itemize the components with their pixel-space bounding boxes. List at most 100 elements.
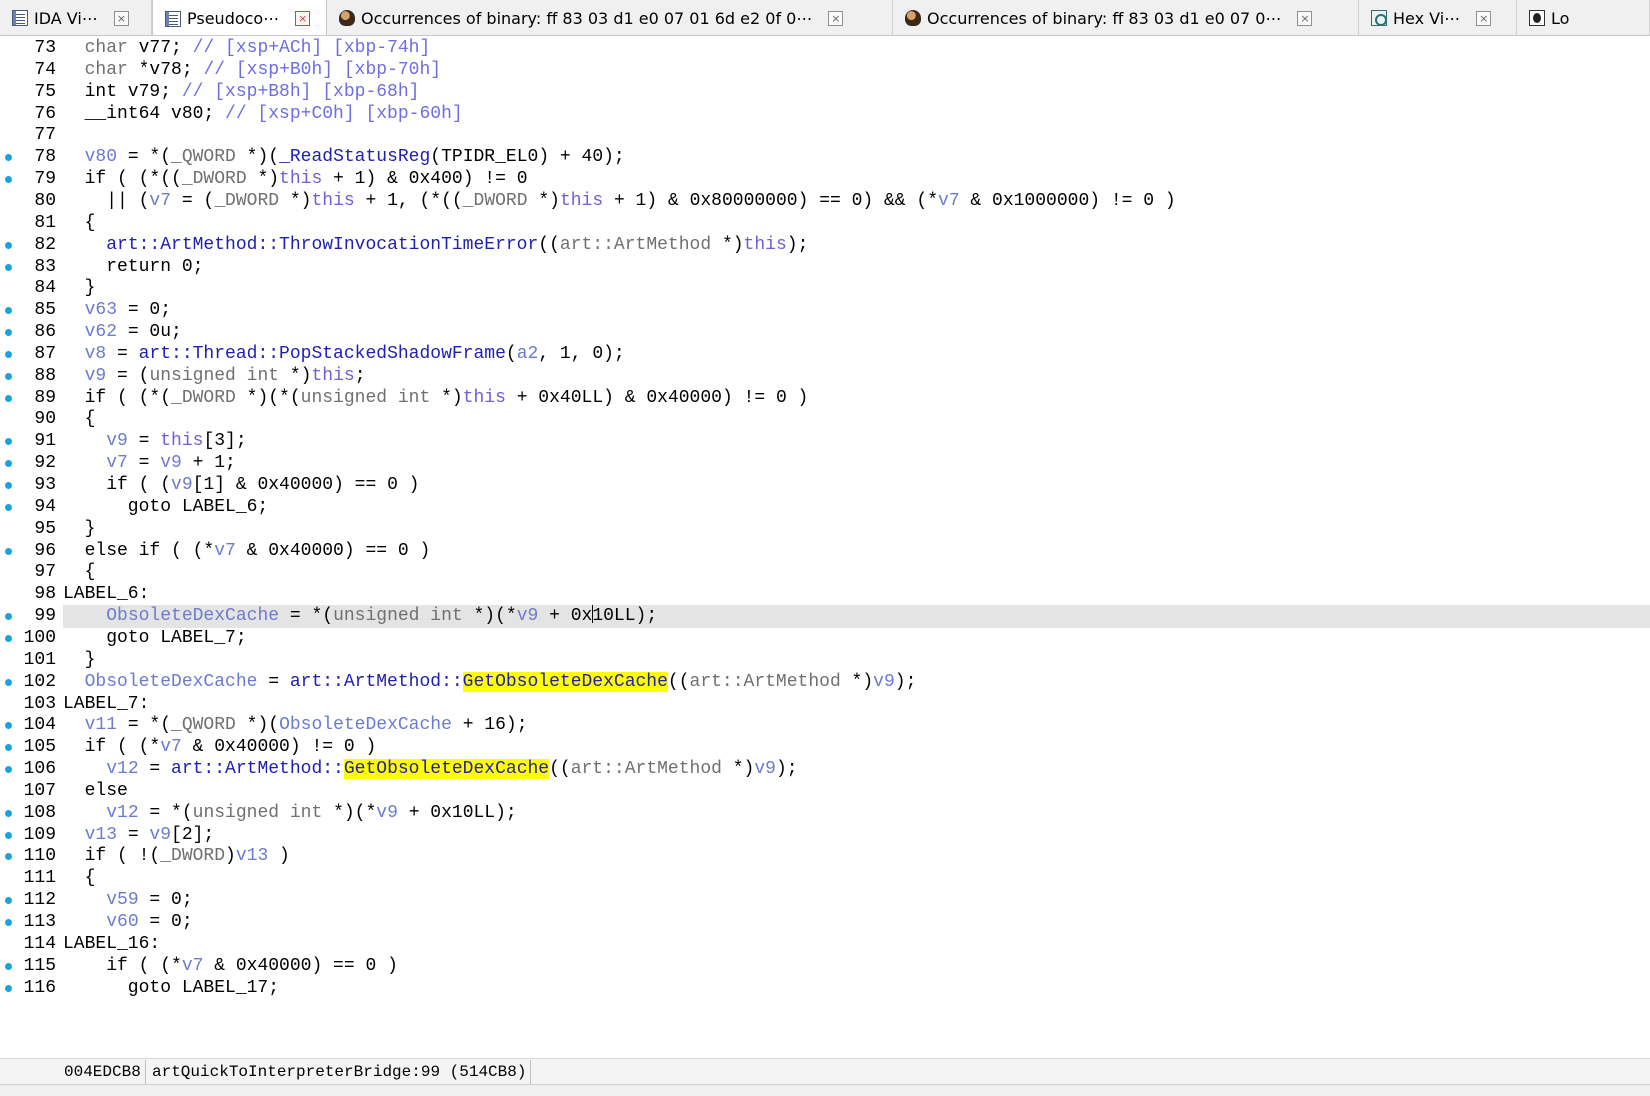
token-this[interactable]: this [463,388,506,408]
code-text[interactable]: v13 = v9[2]; [63,824,1650,847]
token-var[interactable]: v59 [106,890,138,910]
code-text[interactable]: return 0; [63,256,1650,279]
token-hl[interactable]: GetObsoleteDexCache [462,671,668,692]
line-bullet-icon[interactable] [5,154,12,162]
code-line[interactable]: 90 { [0,408,1650,431]
code-line[interactable]: 98 LABEL_6: [0,583,1650,606]
code-text[interactable]: goto LABEL_7; [63,627,1650,650]
code-text[interactable]: goto LABEL_6; [63,496,1650,519]
token-func[interactable]: art::ArtMethod:: [290,672,463,692]
line-bullet-icon[interactable] [5,503,12,511]
token-var[interactable]: v9 [873,672,895,692]
line-bullet-icon[interactable] [5,394,12,402]
code-line[interactable]: 97 { [0,561,1650,584]
code-text[interactable]: { [63,408,1650,431]
close-icon[interactable]: × [1476,10,1492,26]
code-text[interactable]: LABEL_16: [63,933,1650,956]
code-line[interactable]: 105 if ( (*v7 & 0x40000) != 0 ) [0,736,1650,759]
code-line[interactable]: 81 { [0,212,1650,235]
token-var[interactable]: v9 [160,453,182,473]
code-line[interactable]: 86 v62 = 0u; [0,321,1650,344]
code-line[interactable]: 84 } [0,277,1650,300]
code-text[interactable]: v60 = 0; [63,911,1650,934]
code-text[interactable]: else [63,780,1650,803]
code-text[interactable]: LABEL_6: [63,583,1650,606]
token-var[interactable]: v7 [214,541,236,561]
token-glob[interactable]: ObsoleteDexCache [106,606,279,626]
line-bullet-icon[interactable] [5,241,12,249]
token-this[interactable]: this [560,191,603,211]
token-var[interactable]: v9 [171,475,193,495]
code-text[interactable]: int v79; // [xsp+B8h] [xbp-68h] [63,81,1650,104]
line-bullet-icon[interactable] [5,372,12,380]
code-text[interactable]: if ( (*v7 & 0x40000) != 0 ) [63,736,1650,759]
code-line[interactable]: 106 v12 = art::ArtMethod::GetObsoleteDex… [0,758,1650,781]
line-bullet-icon[interactable] [5,460,12,468]
line-bullet-icon[interactable] [5,634,12,642]
code-text[interactable] [63,124,1650,147]
code-line[interactable]: 73 char v77; // [xsp+ACh] [xbp-74h] [0,37,1650,60]
token-var[interactable]: v7 [149,191,171,211]
code-text[interactable]: v62 = 0u; [63,321,1650,344]
code-text[interactable]: v11 = *(_QWORD *)(ObsoleteDexCache + 16)… [63,714,1650,737]
line-bullet-icon[interactable] [5,350,12,358]
token-this[interactable]: this [160,431,203,451]
line-bullet-icon[interactable] [5,176,12,184]
line-bullet-icon[interactable] [5,329,12,337]
code-line[interactable]: 113 v60 = 0; [0,911,1650,934]
code-line[interactable]: 104 v11 = *(_QWORD *)(ObsoleteDexCache +… [0,714,1650,737]
code-line[interactable]: 93 if ( (v9[1] & 0x40000) == 0 ) [0,474,1650,497]
close-icon[interactable]: × [1297,10,1313,26]
tab-3[interactable]: Occurrences of binary: ff 83 03 d1 e0 07… [893,0,1359,35]
code-text[interactable]: v9 = (unsigned int *)this; [63,365,1650,388]
tab-0[interactable]: IDA Vi⋯ × [0,0,152,35]
code-line[interactable]: 87 v8 = art::Thread::PopStackedShadowFra… [0,343,1650,366]
code-text[interactable]: || (v7 = (_DWORD *)this + 1, (*((_DWORD … [63,190,1650,213]
code-text[interactable]: if ( (*v7 & 0x40000) == 0 ) [63,955,1650,978]
code-line[interactable]: 77 [0,124,1650,147]
tab-2[interactable]: Occurrences of binary: ff 83 03 d1 e0 07… [327,0,893,35]
token-var[interactable]: v9 [85,366,107,386]
code-text[interactable]: goto LABEL_17; [63,977,1650,1000]
code-text[interactable]: ObsoleteDexCache = *(unsigned int *)(*v9… [63,605,1650,629]
line-bullet-icon[interactable] [5,438,12,446]
code-line[interactable]: 102 ObsoleteDexCache = art::ArtMethod::G… [0,671,1650,694]
code-text[interactable]: { [63,212,1650,235]
code-line[interactable]: 108 v12 = *(unsigned int *)(*v9 + 0x10LL… [0,802,1650,825]
pseudocode-view[interactable]: 73 char v77; // [xsp+ACh] [xbp-74h] 74 ch… [0,37,1650,1058]
code-line[interactable]: 110 if ( !(_DWORD)v13 ) [0,845,1650,868]
close-icon[interactable]: × [113,10,129,26]
line-bullet-icon[interactable] [5,984,12,992]
code-line[interactable]: 74 char *v78; // [xsp+B0h] [xbp-70h] [0,59,1650,82]
token-var[interactable]: a2 [517,344,539,364]
code-text[interactable]: v12 = *(unsigned int *)(*v9 + 0x10LL); [63,802,1650,825]
token-glob[interactable]: ObsoleteDexCache [279,715,452,735]
code-text[interactable]: __int64 v80; // [xsp+C0h] [xbp-60h] [63,103,1650,126]
code-text[interactable]: v8 = art::Thread::PopStackedShadowFrame(… [63,343,1650,366]
code-text[interactable]: else if ( (*v7 & 0x40000) == 0 ) [63,540,1650,563]
token-this[interactable]: this [744,235,787,255]
tab-4[interactable]: Hex Vi⋯ × [1359,0,1517,35]
token-var[interactable]: v8 [85,344,107,364]
code-line[interactable]: 94 goto LABEL_6; [0,496,1650,519]
token-var[interactable]: v9 [376,803,398,823]
code-line[interactable]: 114 LABEL_16: [0,933,1650,956]
code-line[interactable]: 96 else if ( (*v7 & 0x40000) == 0 ) [0,540,1650,563]
tab-5[interactable]: Lo [1517,0,1650,35]
code-text[interactable]: v63 = 0; [63,299,1650,322]
code-line[interactable]: 80 || (v7 = (_DWORD *)this + 1, (*((_DWO… [0,190,1650,213]
code-line[interactable]: 89 if ( (*(_DWORD *)(*(unsigned int *)th… [0,387,1650,410]
token-var[interactable]: v13 [236,846,268,866]
code-line[interactable]: 115 if ( (*v7 & 0x40000) == 0 ) [0,955,1650,978]
line-bullet-icon[interactable] [5,809,12,817]
code-text[interactable]: v80 = *(_QWORD *)(_ReadStatusReg(TPIDR_E… [63,146,1650,169]
code-text[interactable]: ObsoleteDexCache = art::ArtMethod::GetOb… [63,671,1650,694]
code-line[interactable]: 92 v7 = v9 + 1; [0,452,1650,475]
token-var[interactable]: v80 [85,147,117,167]
code-line[interactable]: 88 v9 = (unsigned int *)this; [0,365,1650,388]
code-text[interactable]: { [63,561,1650,584]
code-line[interactable]: 79 if ( (*((_DWORD *)this + 1) & 0x400) … [0,168,1650,191]
line-bullet-icon[interactable] [5,853,12,861]
token-glob[interactable]: ObsoleteDexCache [85,672,258,692]
code-line[interactable]: 109 v13 = v9[2]; [0,824,1650,847]
